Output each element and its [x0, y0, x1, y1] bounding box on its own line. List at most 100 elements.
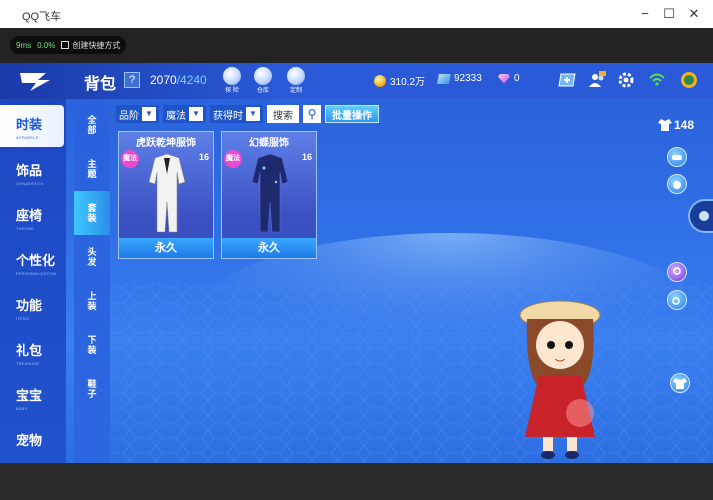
nav-treasure-sub: TREASURE — [16, 361, 40, 366]
settings-icon[interactable] — [617, 71, 635, 89]
magic-tag: 魔法 — [224, 150, 242, 168]
shortcut-label: 创建快捷方式 — [72, 40, 121, 50]
close-button[interactable]: ✕ — [683, 4, 705, 24]
outfit-count: 148 — [658, 118, 694, 132]
subnav-theme-label: 主题 — [87, 159, 97, 179]
nav-throne[interactable]: 座椅 THRONE — [0, 196, 64, 238]
coin-balance: 310.2万 — [374, 73, 425, 88]
subnav-bottom[interactable]: 下装 — [74, 323, 110, 367]
shirt-icon — [673, 378, 687, 389]
ping-value: 9ms — [16, 40, 32, 50]
outfit-count-value: 148 — [674, 118, 695, 132]
car-icon — [672, 155, 682, 160]
wardrobe-button[interactable] — [670, 373, 690, 393]
diamond-value: 92333 — [454, 73, 482, 84]
item-name: 虎跃乾坤服饰 — [136, 138, 196, 149]
filter-bar: 品阶 ▼ 魔法 ▼ 获得时 ▼ 搜索 ⚲ 批量操作 — [116, 104, 379, 124]
friends-icon[interactable] — [588, 71, 606, 89]
wifi-icon — [649, 73, 665, 86]
subnav-suit-label: 套装 — [87, 203, 97, 223]
subnav-theme[interactable]: 主题 — [74, 147, 110, 191]
magic-filter[interactable]: 魔法 ▼ — [163, 105, 206, 123]
nav-pet-label: 宠物 — [16, 433, 43, 448]
help-button[interactable]: ? — [124, 72, 140, 88]
explore-button[interactable]: 探 险 — [219, 67, 245, 95]
search-input[interactable]: 搜索 — [267, 105, 299, 123]
coin-icon — [374, 74, 386, 87]
subnav-hair[interactable]: 头发 — [74, 235, 110, 279]
nav-throne-sub: THRONE — [16, 226, 35, 231]
custom-label: 定制 — [289, 88, 302, 94]
nav-personalization[interactable]: 个性化 PERSONALIZATION — [0, 241, 64, 283]
search-icon[interactable]: ⚲ — [303, 105, 321, 123]
window-title: QQ飞车 — [22, 11, 62, 23]
page-title: 背包 — [84, 76, 117, 93]
grade-filter[interactable]: 品阶 ▼ — [116, 105, 159, 123]
packet-loss-value: 0.0% — [37, 40, 56, 50]
nav-treasure[interactable]: 礼包 TREASURE — [0, 331, 64, 373]
game-logo-icon — [20, 73, 50, 91]
grade-filter-label: 品阶 — [119, 110, 139, 122]
add-icon[interactable] — [558, 71, 576, 89]
create-shortcut-button[interactable]: 创建快捷方式 — [61, 40, 120, 51]
subnav-shoes[interactable]: 鞋子 — [74, 367, 110, 411]
warehouse-button[interactable]: 仓库 — [250, 67, 276, 95]
subnav-all[interactable]: 全部 — [74, 103, 110, 147]
female-filter-button[interactable] — [667, 262, 687, 282]
nav-items[interactable]: 功能 ITEMS — [0, 286, 64, 328]
subnav-suit[interactable]: 套装 — [74, 191, 110, 235]
network-status: 9ms 0.0% 创建快捷方式 — [10, 36, 127, 54]
chevron-down-icon: ▼ — [246, 107, 260, 121]
side-panel-toggle[interactable] — [688, 199, 713, 233]
app-window: QQ飞车 − ☐ ✕ 9ms 0.0% 创建快捷方式 背包 ? 2070/424… — [0, 0, 713, 500]
warehouse-label: 仓库 — [256, 88, 269, 94]
nav-items-label: 功能 — [16, 298, 43, 313]
male-icon — [672, 297, 680, 305]
subnav-top-label: 上装 — [87, 291, 97, 311]
bag-capacity: 2070/4240 — [150, 73, 207, 87]
acquired-sort[interactable]: 获得时 ▼ — [210, 105, 263, 123]
character-avatar — [519, 300, 601, 459]
batch-operation-button[interactable]: 批量操作 — [325, 105, 379, 123]
nav-apparels[interactable]: 时装 APPARELS — [0, 105, 64, 147]
avatar-icon[interactable] — [680, 71, 698, 89]
nav-baby-label: 宝宝 — [16, 388, 43, 403]
paw-icon — [673, 181, 681, 189]
bottom-bar — [0, 463, 713, 500]
custom-icon — [287, 67, 305, 85]
item-card[interactable]: 虎跃乾坤服饰 魔法 16 永久 — [118, 131, 214, 259]
nav-apparels-label: 时装 — [16, 117, 43, 132]
shortcut-icon — [61, 41, 70, 49]
subnav-shoes-label: 鞋子 — [87, 379, 97, 399]
nav-baby[interactable]: 宝宝 BABY — [0, 376, 64, 418]
minimize-button[interactable]: − — [634, 4, 656, 24]
gem-balance: 0 — [498, 73, 520, 84]
nav-pet[interactable]: 宠物 — [0, 421, 64, 463]
acquired-sort-label: 获得时 — [213, 110, 243, 122]
custom-button[interactable]: 定制 — [283, 67, 309, 95]
gem-icon — [498, 73, 510, 84]
diamond-icon — [437, 73, 451, 84]
nav-ornaments-sub: ORNAMENTS — [16, 181, 44, 186]
magic-filter-label: 魔法 — [166, 110, 186, 122]
nav-treasure-label: 礼包 — [16, 343, 43, 358]
title-bar: QQ飞车 − ☐ ✕ — [0, 0, 713, 28]
gem-value: 0 — [514, 73, 520, 84]
item-duration: 永久 — [119, 238, 213, 258]
item-card[interactable]: 幻蝶服饰 魔法 16 永久 — [221, 131, 317, 259]
item-duration: 永久 — [222, 238, 316, 258]
nav-apparels-sub: APPARELS — [16, 135, 39, 140]
network-strip: 9ms 0.0% 创建快捷方式 — [0, 28, 713, 63]
maximize-button[interactable]: ☐ — [658, 4, 680, 24]
game-viewport: 背包 ? 2070/4240 探 险 仓库 定制 310.2万 92333 0 … — [0, 63, 713, 463]
pet-button[interactable] — [667, 174, 687, 194]
explore-label: 探 险 — [225, 88, 239, 94]
car-button[interactable] — [667, 147, 687, 167]
male-filter-button[interactable] — [667, 290, 687, 310]
gear-icon — [699, 211, 709, 221]
magic-tag: 魔法 — [121, 150, 139, 168]
diamond-balance: 92333 — [437, 73, 482, 84]
shirt-icon — [658, 119, 672, 131]
nav-ornaments[interactable]: 饰品 ORNAMENTS — [0, 151, 64, 193]
subnav-top[interactable]: 上装 — [74, 279, 110, 323]
